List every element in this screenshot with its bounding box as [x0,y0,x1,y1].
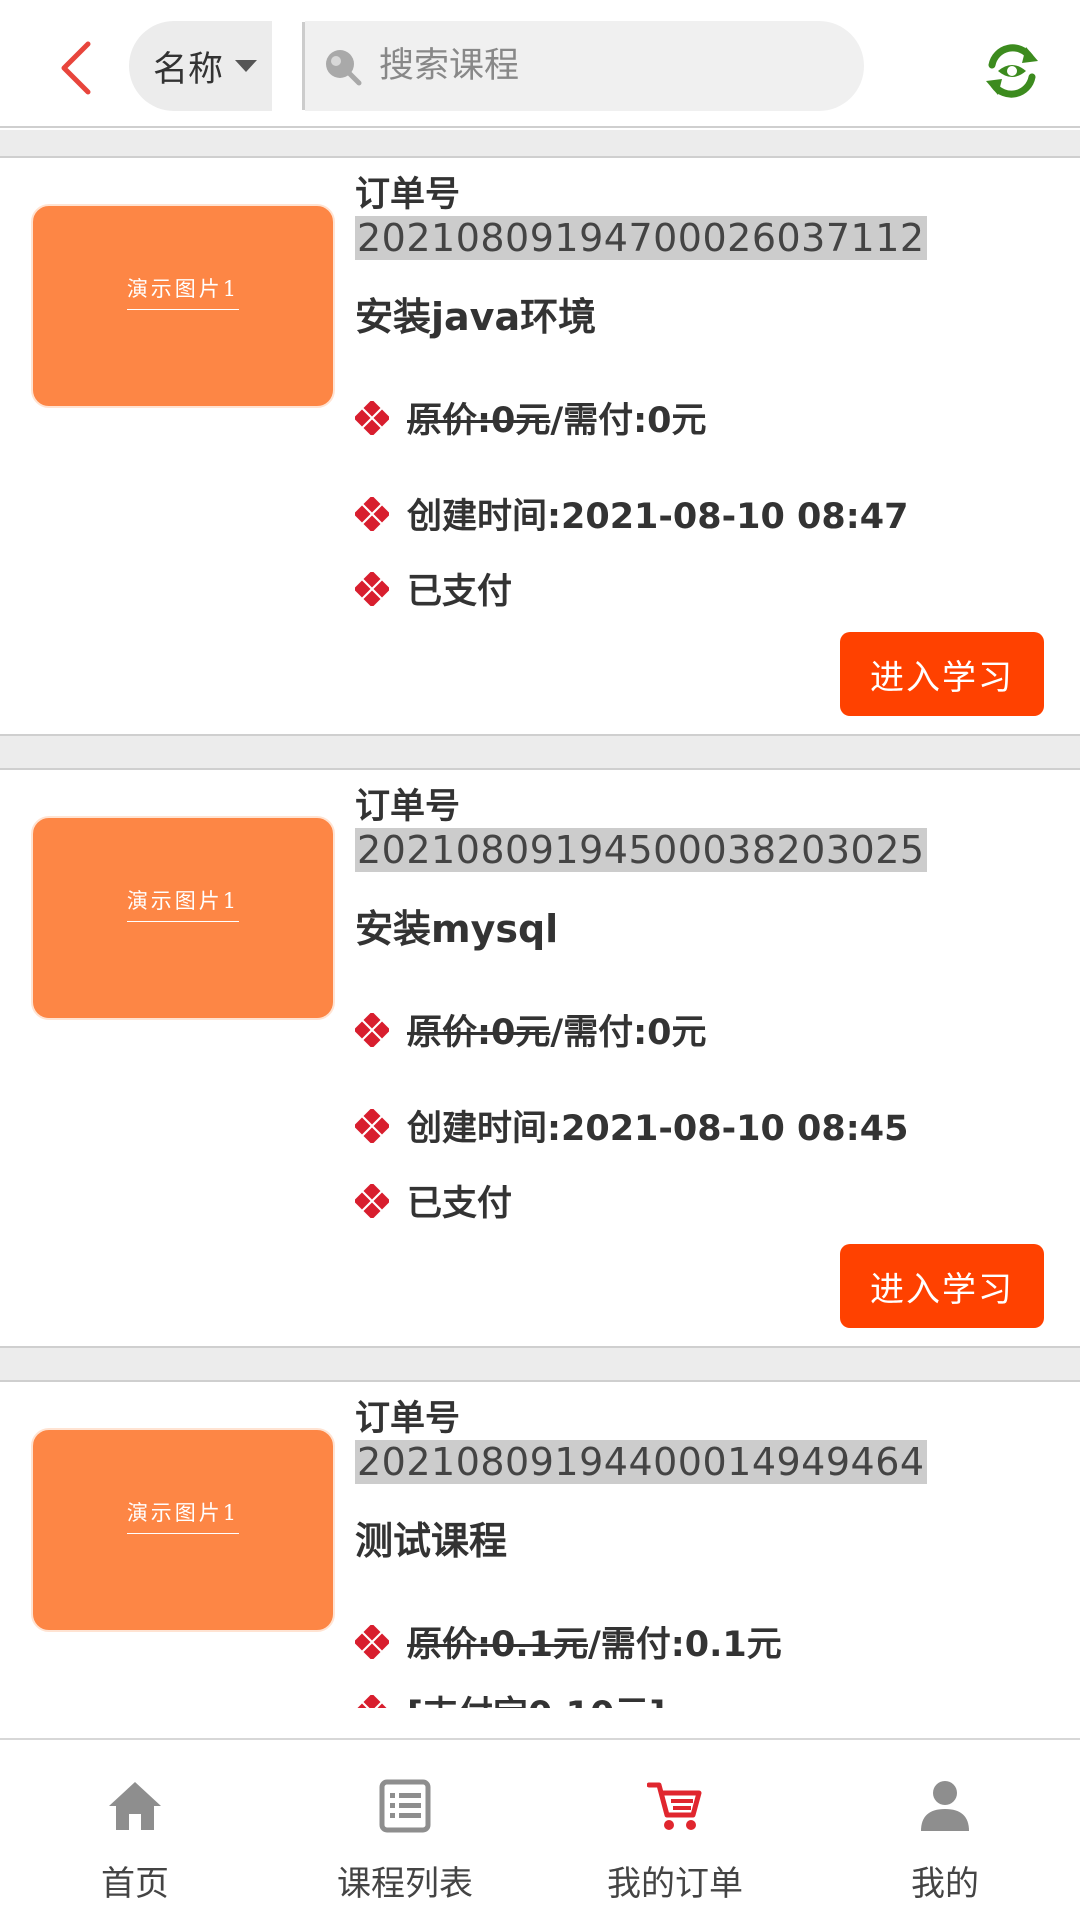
bottom-navigation: 首页 课程列表 我的订单 我的 [0,1738,1080,1920]
course-thumbnail[interactable]: 演示图片1 [31,204,335,408]
payment-status: 已支付 [407,572,513,612]
enter-study-button[interactable]: 进入学习 [840,1244,1044,1328]
filter-label: 名称 [153,49,224,90]
user-icon [915,1776,975,1836]
enter-study-button[interactable]: 进入学习 [840,632,1044,716]
original-price: 原价:0元 [407,1013,551,1053]
course-name: 测试课程 [355,1519,508,1563]
due-price: /需付:0.1元 [588,1625,782,1665]
diamond-bullet-icon [355,1694,389,1708]
nav-item-home[interactable]: 首页 [0,1740,270,1920]
payment-status: 已支付 [407,1184,513,1224]
created-time: 创建时间:2021-08-10 08:47 [407,497,909,537]
nav-label: 我的 [911,1864,979,1904]
order-number-label: 订单号 [355,1399,461,1439]
list-icon [375,1776,435,1836]
diamond-bullet-icon [355,1012,389,1047]
diamond-bullet-icon [355,571,389,606]
course-thumbnail[interactable]: 演示图片1 [31,1428,335,1632]
diamond-bullet-icon [355,1183,389,1218]
top-bar: 名称 [0,0,1080,128]
thumbnail-caption: 演示图片1 [126,885,240,922]
diamond-bullet-icon [355,1624,389,1659]
original-price: 原价:0.1元 [407,1625,588,1665]
status-row: 已支付 [355,1175,512,1226]
search-bar[interactable] [305,21,864,111]
nav-item-my-orders[interactable]: 我的订单 [540,1740,810,1920]
nav-label: 首页 [101,1864,169,1904]
payment-note: [支付宝0.10元] [407,1686,665,1708]
created-time: 创建时间:2021-08-10 08:45 [407,1109,909,1149]
nav-item-mine[interactable]: 我的 [810,1740,1080,1920]
order-number-label: 订单号 [355,175,461,215]
created-row: 创建时间:2021-08-10 08:47 [355,488,908,539]
order-card: 演示图片1 订单号 20210809194500038203025 安装mysq… [0,768,1080,1348]
search-input[interactable] [379,46,839,86]
cart-icon [645,1776,705,1836]
diamond-bullet-icon [355,496,389,531]
course-name: 安装mysql [355,907,559,951]
search-field-select[interactable]: 名称 [129,21,272,111]
order-number-label: 订单号 [355,787,461,827]
nav-label: 课程列表 [337,1864,473,1904]
payment-row: [支付宝0.10元] [355,1686,665,1708]
due-price: /需付:0元 [550,1013,707,1053]
order-number: 20210809194400014949464 [355,1440,927,1484]
original-price: 原价:0元 [407,401,551,441]
diamond-bullet-icon [355,400,389,435]
search-icon [321,45,363,87]
thumbnail-caption: 演示图片1 [126,1497,240,1534]
thumbnail-caption: 演示图片1 [126,273,240,310]
status-row: 已支付 [355,563,512,614]
course-thumbnail[interactable]: 演示图片1 [31,816,335,1020]
home-icon [105,1776,165,1836]
refresh-icon [986,44,1038,98]
created-row: 创建时间:2021-08-10 08:45 [355,1100,908,1151]
order-card: 演示图片1 订单号 20210809194400014949464 测试课程 原… [0,1380,1080,1708]
nav-label: 我的订单 [607,1864,743,1904]
order-list[interactable]: 演示图片1 订单号 20210809194700026037112 安装java… [0,130,1080,1708]
price-row: 原价:0元/需付:0元 [355,392,707,443]
course-name: 安装java环境 [355,295,597,339]
order-card: 演示图片1 订单号 20210809194700026037112 安装java… [0,156,1080,736]
diamond-bullet-icon [355,1108,389,1143]
nav-item-course-list[interactable]: 课程列表 [270,1740,540,1920]
price-row: 原价:0.1元/需付:0.1元 [355,1616,782,1667]
back-button[interactable] [46,28,106,108]
order-number: 20210809194500038203025 [355,828,927,872]
due-price: /需付:0元 [550,401,707,441]
refresh-button[interactable] [980,36,1044,106]
order-number: 20210809194700026037112 [355,216,927,260]
caret-down-icon [235,60,258,72]
chevron-left-icon [61,41,91,95]
price-row: 原价:0元/需付:0元 [355,1004,707,1055]
